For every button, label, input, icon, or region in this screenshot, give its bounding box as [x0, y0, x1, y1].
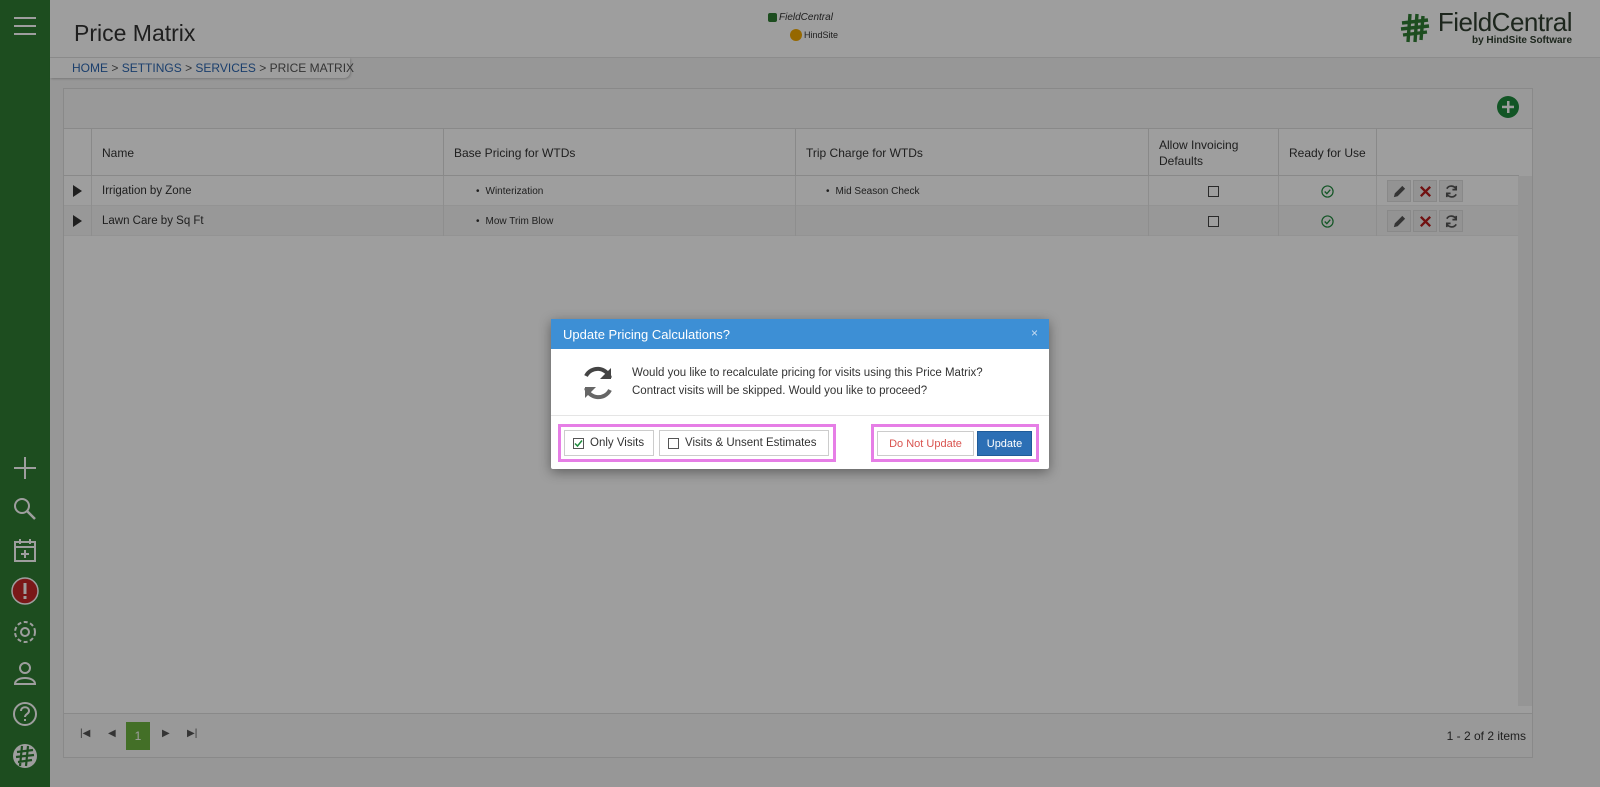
do-not-update-button[interactable]: Do Not Update: [877, 431, 974, 456]
check-icon: [574, 439, 583, 447]
close-icon[interactable]: ×: [1031, 326, 1038, 340]
action-buttons-group: Do Not Update Update: [871, 424, 1039, 462]
update-button[interactable]: Update: [977, 431, 1032, 456]
refresh-icon: [584, 366, 612, 400]
only-visits-checkbox[interactable]: [573, 437, 584, 449]
visits-estimates-option[interactable]: Visits & Unsent Estimates: [659, 430, 829, 456]
visits-estimates-label: Visits & Unsent Estimates: [685, 437, 817, 449]
modal-message-line2: Contract visits will be skipped. Would y…: [632, 385, 928, 397]
modal-body: Would you like to recalculate pricing fo…: [551, 349, 1049, 416]
modal-message-line1: Would you like to recalculate pricing fo…: [632, 367, 983, 379]
visits-estimates-checkbox[interactable]: [668, 437, 679, 449]
modal-title: Update Pricing Calculations?: [551, 319, 1049, 349]
only-visits-option[interactable]: Only Visits: [564, 430, 654, 456]
update-pricing-modal: Update Pricing Calculations? × Would you…: [551, 319, 1049, 469]
only-visits-label: Only Visits: [590, 437, 645, 449]
scope-options-group: Only Visits Visits & Unsent Estimates: [558, 424, 836, 462]
